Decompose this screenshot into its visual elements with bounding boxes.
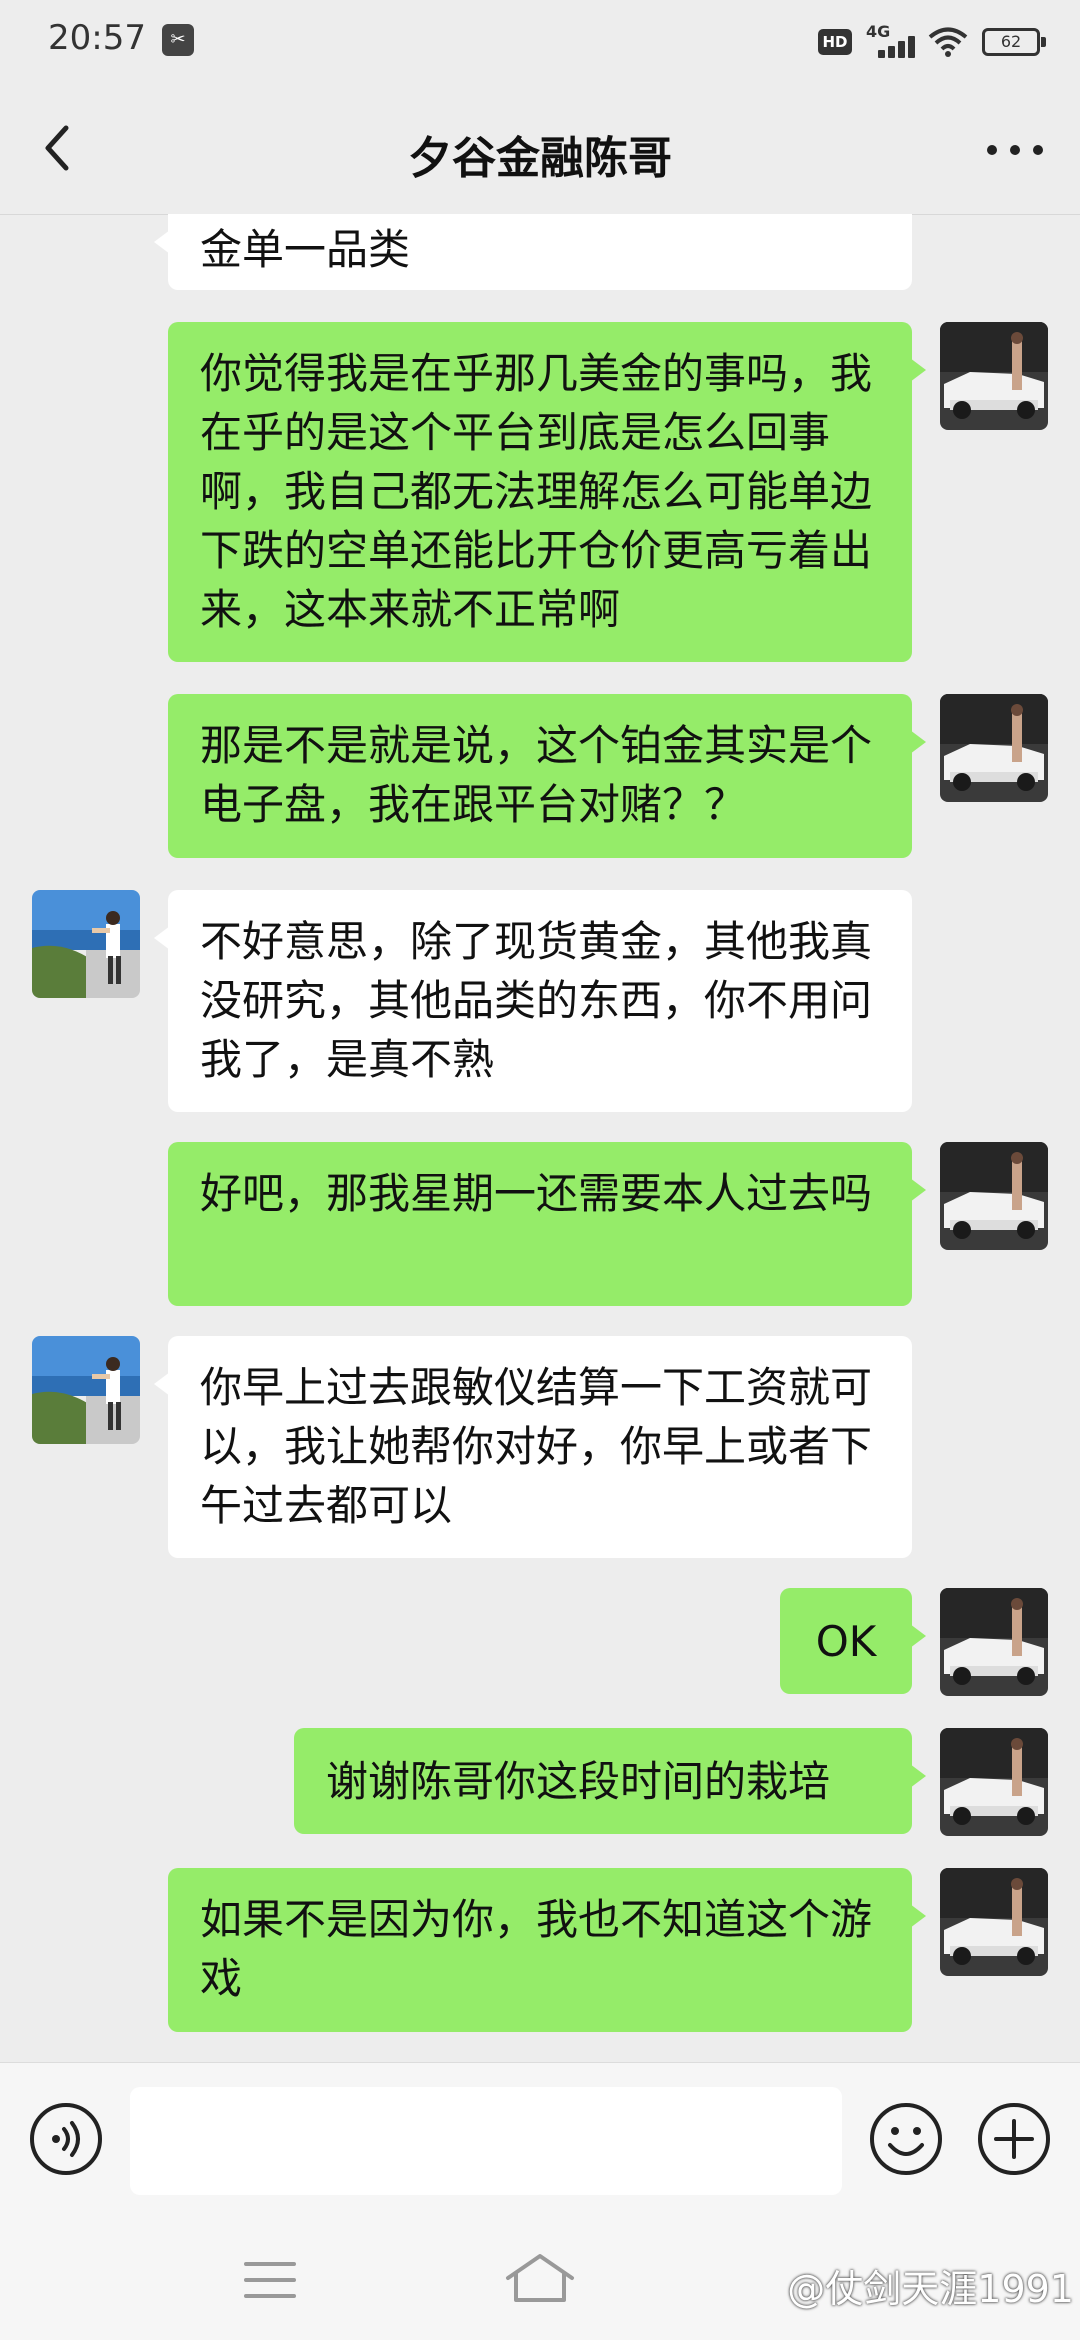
message-list: 金单一品类 你觉得我是在乎那几美金的事吗，我在乎的是这个平台到底是怎么回事啊，我… [0, 214, 1080, 2062]
network-type: 4G [866, 22, 891, 41]
avatar-self[interactable] [940, 1142, 1048, 1250]
message-text: 如果不是因为你，我也不知道这个游戏 [200, 1895, 873, 2003]
message-bubble-incoming[interactable]: 不好意思，除了现货黄金，其他我真没研究，其他品类的东西，你不用问我了，是真不熟 [154, 890, 912, 1112]
avatar-self[interactable] [940, 694, 1048, 802]
battery-icon: 62 [982, 28, 1046, 56]
message-text: 你觉得我是在乎那几美金的事吗，我在乎的是这个平台到底是怎么回事啊，我自己都无法理… [200, 349, 873, 634]
chat-title: 夕谷金融陈哥 [408, 133, 672, 184]
message-bubble-outgoing[interactable]: 好吧，那我星期一还需要本人过去吗 [168, 1142, 926, 1306]
avatar-self[interactable] [940, 1588, 1048, 1696]
message-text: 不好意思，除了现货黄金，其他我真没研究，其他品类的东西，你不用问我了，是真不熟 [200, 917, 873, 1084]
watermark: @仗剑天涯1991 [787, 2267, 1074, 2311]
message-bubble-incoming[interactable]: 你早上过去跟敏仪结算一下工资就可以，我让她帮你对好，你早上或者下午过去都可以 [154, 1336, 912, 1558]
message-text: 好吧，那我星期一还需要本人过去吗 [200, 1169, 873, 1218]
nav-bar: 夕谷金融陈哥 [0, 82, 1080, 215]
message-bubble-outgoing[interactable]: OK [780, 1588, 926, 1694]
avatar-self[interactable] [940, 1868, 1048, 1976]
avatar-contact[interactable] [32, 890, 140, 998]
wifi-icon [928, 27, 968, 57]
avatar-contact[interactable] [32, 1336, 140, 1444]
hd-badge: HD [818, 29, 852, 55]
status-icons: HD 4G 62 [818, 20, 1046, 64]
chat-screen: 20:57 ✂ HD 4G 62 夕谷金融陈哥 金单一品类 你觉得我是在乎那几美… [0, 0, 1080, 2340]
status-bar: 20:57 ✂ HD 4G 62 [0, 0, 1080, 82]
message-input[interactable] [130, 2087, 842, 2195]
message-text: 你早上过去跟敏仪结算一下工资就可以，我让她帮你对好，你早上或者下午过去都可以 [200, 1363, 873, 1530]
message-text: 谢谢陈哥你这段时间的栽培 [326, 1757, 831, 1806]
emoji-button[interactable] [868, 2101, 944, 2177]
plus-button[interactable] [976, 2101, 1052, 2177]
system-nav-bar: @仗剑天涯1991 [0, 2222, 1080, 2340]
voice-button[interactable] [28, 2101, 104, 2177]
signal-icon: 4G [866, 22, 915, 62]
message-bubble-incoming[interactable]: 金单一品类 [154, 214, 912, 290]
message-text: 那是不是就是说，这个铂金其实是个电子盘，我在跟平台对赌？？ [200, 721, 873, 829]
home-button[interactable] [500, 2250, 580, 2308]
input-bar [0, 2062, 1080, 2223]
message-text: 金单一品类 [200, 225, 411, 274]
avatar-self[interactable] [940, 1728, 1048, 1836]
more-button[interactable] [980, 118, 1050, 178]
message-bubble-outgoing[interactable]: 那是不是就是说，这个铂金其实是个电子盘，我在跟平台对赌？？ [168, 694, 926, 858]
message-bubble-outgoing[interactable]: 你觉得我是在乎那几美金的事吗，我在乎的是这个平台到底是怎么回事啊，我自己都无法理… [168, 322, 926, 662]
message-bubble-outgoing[interactable]: 如果不是因为你，我也不知道这个游戏 [168, 1868, 926, 2032]
menu-button[interactable] [240, 2254, 300, 2306]
avatar-self[interactable] [940, 322, 1048, 430]
message-bubble-outgoing[interactable]: 谢谢陈哥你这段时间的栽培 [294, 1728, 926, 1834]
status-time: 20:57 [48, 18, 146, 58]
notification-icon: ✂ [162, 24, 194, 56]
message-text: OK [815, 1617, 877, 1666]
